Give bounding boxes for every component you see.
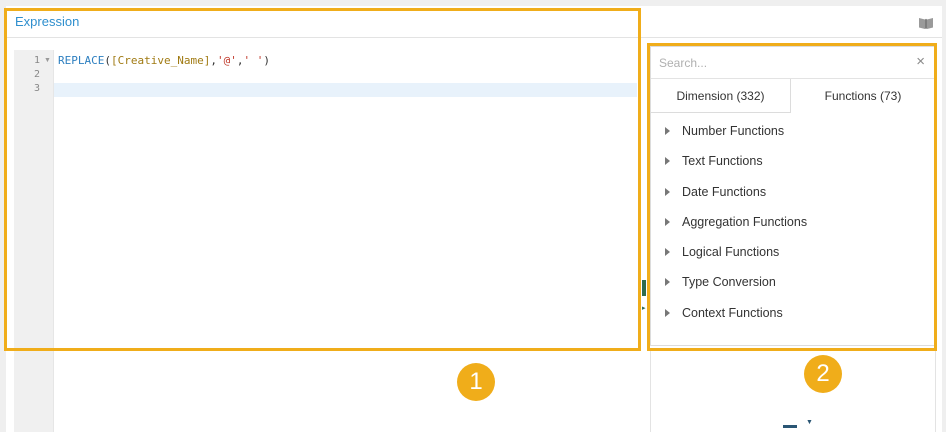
expression-title: Expression [15,14,80,29]
panel-tabs: Dimension (332) Functions (73) [651,79,935,113]
code-punctuation: , [210,54,217,67]
tab-dimension[interactable]: Dimension (332) [651,79,791,113]
callout-badge-2: 2 [804,355,842,393]
category-label: Logical Functions [682,245,780,260]
fold-arrow-icon[interactable]: ▼ [44,57,51,64]
code-punctuation: ( [104,54,111,67]
expression-header: Expression [6,6,642,38]
category-label: Number Functions [682,124,785,138]
category-label: Type Conversion [682,275,776,290]
caret-right-icon [665,308,670,317]
code-line-1[interactable]: REPLACE([Creative_Name],'@',' ') [58,54,270,67]
caret-right-icon [665,127,670,135]
category-aggregation-functions[interactable]: Aggregation Functions [651,208,935,238]
panel-footer-area [650,350,936,432]
panel-splitter[interactable] [642,280,646,296]
category-logical-functions[interactable]: Logical Functions [651,238,935,268]
close-icon[interactable]: × [916,53,925,70]
category-type-conversion[interactable]: Type Conversion [651,268,935,298]
category-label: Date Functions [682,184,767,199]
line-gutter: 1 ▼ 2 3 [14,50,54,432]
category-number-functions[interactable]: Number Functions [651,117,935,147]
book-icon[interactable] [918,16,934,30]
active-line-highlight [54,83,637,97]
tab-functions[interactable]: Functions (73) [791,79,935,113]
help-header [642,6,942,38]
category-date-functions[interactable]: Date Functions [651,178,935,208]
callout-badge-1: 1 [457,363,495,401]
code-string: '@' [216,54,237,67]
caret-right-icon [665,278,670,287]
line-number: 1 [33,55,40,66]
caret-right-icon [665,217,670,226]
search-input[interactable] [659,53,899,73]
function-category-list: Number Functions Text Functions Date Fun… [651,117,935,329]
functions-panel: × Dimension (332) Functions (73) Number … [650,46,936,346]
search-row: × [651,47,935,79]
resize-handle[interactable] [783,425,797,428]
category-text-functions[interactable]: Text Functions [651,147,935,177]
code-editor[interactable]: 1 ▼ 2 3 REPLACE([Creative_Name],'@',' ') [14,50,637,432]
category-context-functions[interactable]: Context Functions [651,299,935,329]
category-label: Text Functions [682,154,763,169]
code-string: ' ' [243,54,264,67]
caret-right-icon [665,248,670,257]
caret-right-icon [665,187,670,196]
chevron-down-icon[interactable]: ▼ [806,419,813,426]
code-function: REPLACE [58,54,105,67]
code-field: [Creative_Name] [110,54,211,67]
category-label: Aggregation Functions [682,214,808,229]
category-label: Context Functions [682,305,783,320]
code-punctuation: ) [263,54,270,67]
line-number: 2 [33,69,40,80]
caret-right-icon [665,157,670,166]
line-number: 3 [33,83,40,94]
collapse-arrow-icon[interactable]: ▸ [642,304,646,312]
